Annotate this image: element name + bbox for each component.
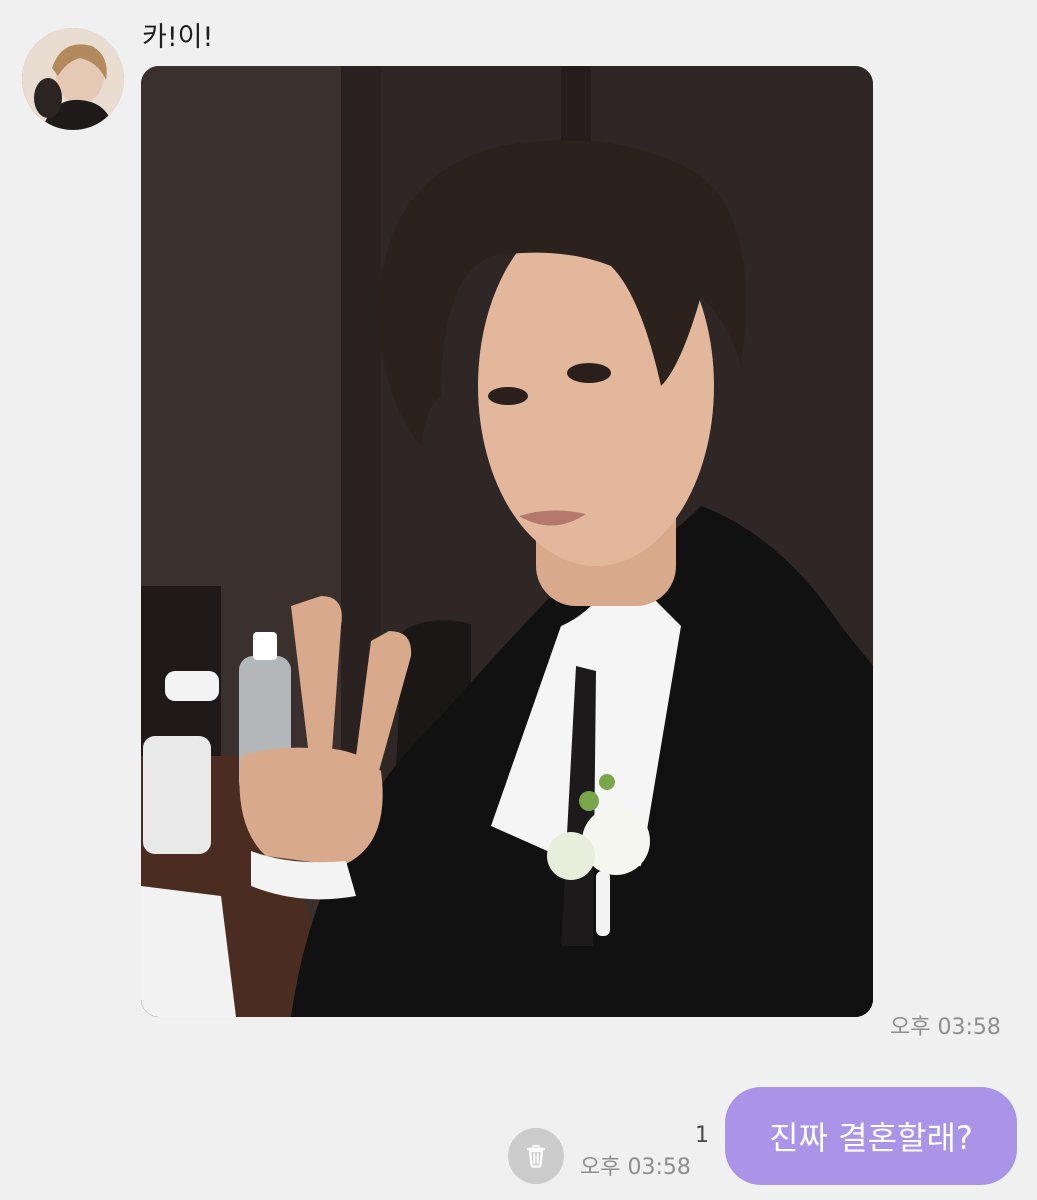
outgoing-timestamp: 오후 03:58 — [580, 1155, 691, 1180]
sender-avatar[interactable] — [22, 28, 124, 130]
outgoing-message-text: 진짜 결혼할래? — [769, 1119, 973, 1157]
outgoing-message-bubble[interactable]: 진짜 결혼할래? — [725, 1087, 1017, 1185]
photo-message[interactable] — [141, 66, 873, 1017]
trash-button[interactable] — [508, 1128, 564, 1184]
unread-count: 1 — [695, 1123, 709, 1148]
incoming-timestamp: 오후 03:58 — [890, 1015, 1001, 1040]
trash-icon — [526, 1145, 546, 1168]
sender-name: 카!이! — [142, 22, 214, 53]
